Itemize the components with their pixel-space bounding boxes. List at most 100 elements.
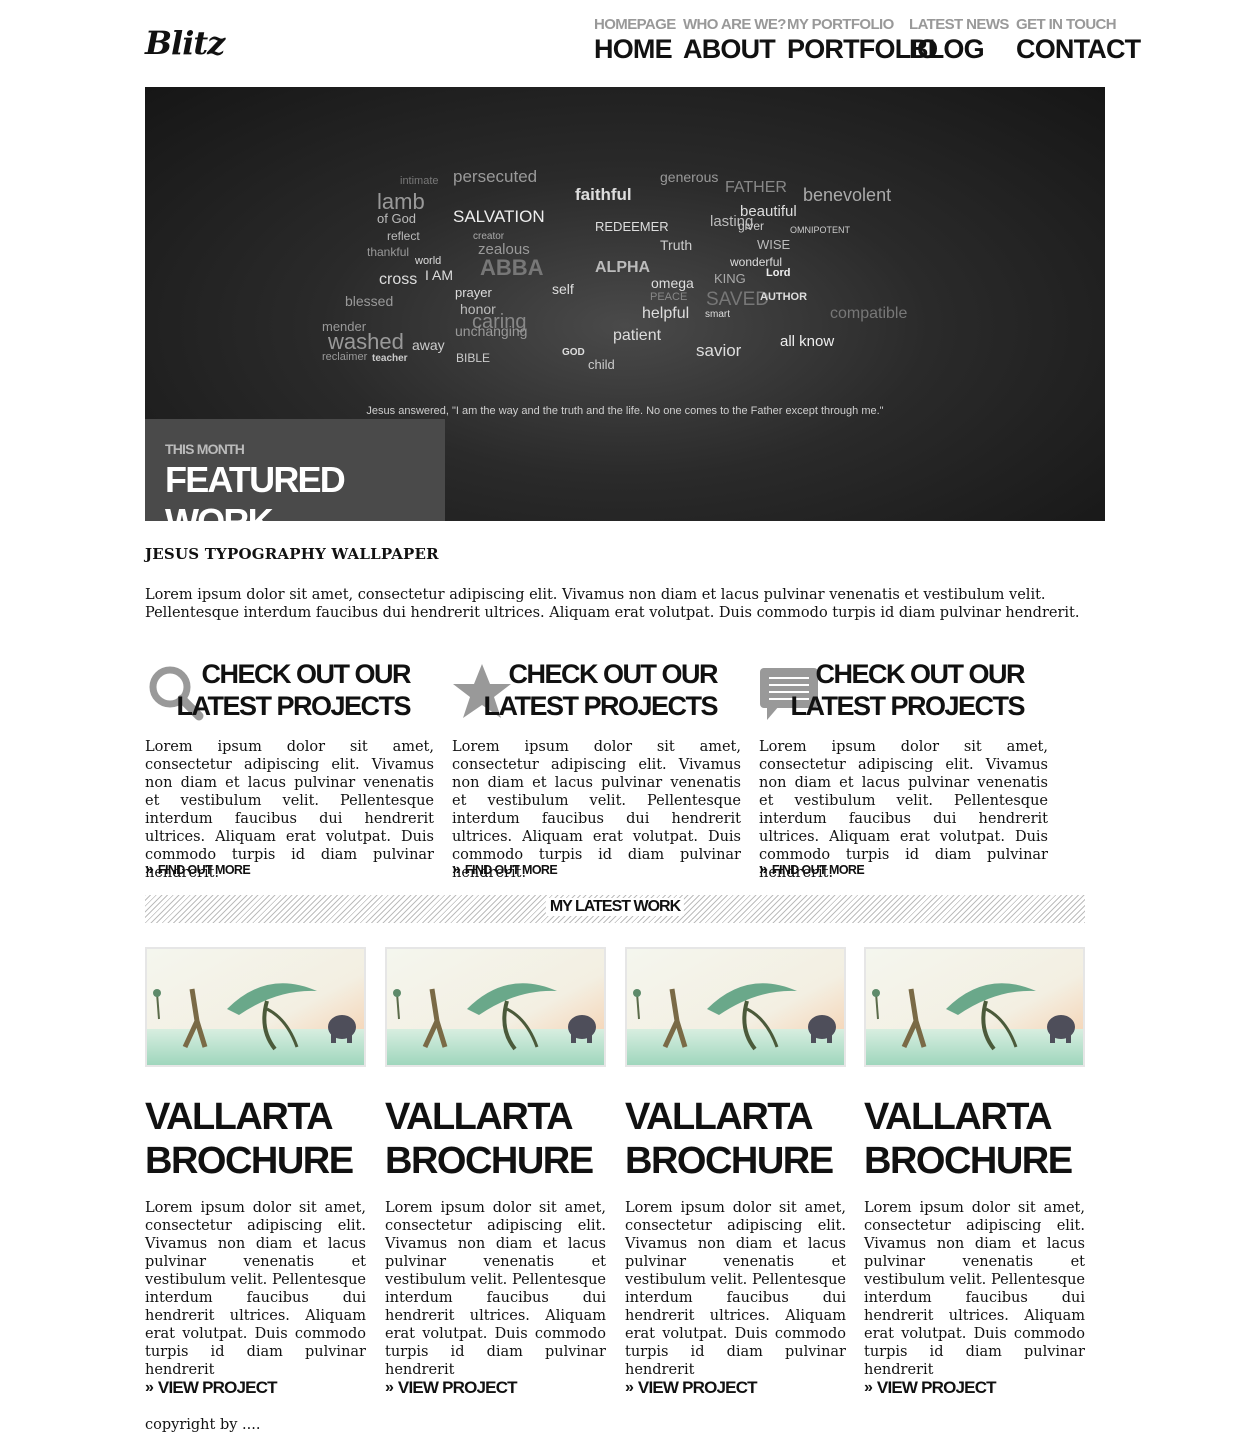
nav-subtitle: WHO ARE WE?: [683, 16, 786, 33]
project-title-line: BROCHURE: [625, 1140, 834, 1182]
hero-word: blessed: [345, 293, 394, 309]
project-title-line: VALLARTA: [385, 1096, 574, 1138]
find-out-more-link[interactable]: » FIND OUT MORE: [145, 861, 251, 879]
project-title-line: VALLARTA: [145, 1096, 334, 1138]
double-chevron-icon: »: [145, 1379, 154, 1396]
nav-item-home[interactable]: HOMEPAGE HOME: [594, 16, 676, 65]
hero-word: GOD: [562, 347, 585, 358]
double-chevron-icon: »: [759, 861, 768, 878]
hero-word: teacher: [372, 353, 408, 364]
hero-word: patient: [613, 327, 662, 344]
feature-title-line: LATEST PROJECTS: [790, 691, 1025, 721]
feature-title-line: LATEST PROJECTS: [483, 691, 718, 721]
feature-title: CHECK OUT OUR LATEST PROJECTS: [483, 658, 719, 722]
link-label: VIEW PROJECT: [397, 1378, 518, 1397]
feature-title-line: CHECK OUT OUR: [508, 659, 719, 689]
hero-word: compatible: [830, 305, 908, 322]
find-out-more-link[interactable]: » FIND OUT MORE: [759, 861, 865, 879]
hero-word: PEACE: [650, 291, 688, 303]
hero-word: faithful: [575, 185, 632, 204]
project-title[interactable]: VALLARTA BROCHURE: [145, 1095, 375, 1183]
hero-word: cross: [379, 271, 418, 288]
hero-word: benevolent: [803, 185, 892, 205]
project-thumbnail[interactable]: [385, 947, 606, 1067]
hero-word: I AM: [425, 267, 454, 283]
nav-label: CONTACT: [1016, 34, 1141, 64]
hero-word: KING: [714, 271, 746, 286]
view-project-link[interactable]: » VIEW PROJECT: [145, 1378, 278, 1398]
view-project-link[interactable]: » VIEW PROJECT: [625, 1378, 758, 1398]
hero-word: thankful: [367, 245, 410, 259]
project-thumbnail[interactable]: [625, 947, 846, 1067]
hero-word: of God: [377, 211, 417, 226]
hero-word: child: [588, 357, 615, 372]
nav-item-blog[interactable]: LATEST NEWS BLOG: [909, 16, 1009, 65]
project-title[interactable]: VALLARTA BROCHURE: [625, 1095, 855, 1183]
hero-word: Lord: [766, 267, 791, 279]
hero-word: world: [415, 255, 442, 267]
nav-subtitle: GET IN TOUCH: [1016, 16, 1117, 33]
hero-word: REDEEMER: [595, 219, 669, 234]
hero-word: ABBA: [480, 255, 544, 280]
hero-word: Truth: [660, 237, 693, 253]
link-label: VIEW PROJECT: [157, 1378, 278, 1397]
double-chevron-icon: »: [452, 861, 461, 878]
work-card: VALLARTA BROCHURE Lorem ipsum dolor sit …: [625, 947, 846, 1397]
nav-label: BLOG: [909, 34, 985, 64]
work-card: VALLARTA BROCHURE Lorem ipsum dolor sit …: [864, 947, 1085, 1397]
feature-title: CHECK OUT OUR LATEST PROJECTS: [790, 658, 1026, 722]
hero-word: generous: [660, 169, 719, 185]
typography-artwork: intimate persecuted generous FATHER bene…: [320, 167, 910, 375]
intro-text: Lorem ipsum dolor sit amet, consectetur …: [145, 587, 1080, 621]
project-title-line: BROCHURE: [145, 1140, 354, 1182]
view-project-link[interactable]: » VIEW PROJECT: [864, 1378, 997, 1398]
hero-word: FATHER: [725, 179, 787, 196]
latest-work-heading: MY LATEST WORK: [545, 898, 685, 916]
copyright-text: copyright by ....: [145, 1417, 261, 1433]
project-description: Lorem ipsum dolor sit amet, consectetur …: [864, 1200, 1085, 1378]
landscape-illustration: [387, 949, 604, 1065]
featured-title: FEATURED WORK: [165, 459, 346, 521]
nav-item-about[interactable]: WHO ARE WE? ABOUT: [683, 16, 786, 65]
project-title[interactable]: VALLARTA BROCHURE: [385, 1095, 615, 1183]
feature-title-line: CHECK OUT OUR: [815, 659, 1026, 689]
double-chevron-icon: »: [145, 861, 154, 878]
link-label: VIEW PROJECT: [876, 1378, 997, 1397]
landscape-illustration: [147, 949, 364, 1065]
feature-title-line: LATEST PROJECTS: [176, 691, 411, 721]
logo[interactable]: Blitz: [145, 24, 225, 62]
section-divider: MY LATEST WORK: [145, 895, 1085, 923]
hero-word: BIBLE: [456, 351, 491, 365]
double-chevron-icon: »: [385, 1379, 394, 1396]
project-description: Lorem ipsum dolor sit amet, consectetur …: [385, 1200, 606, 1378]
hero-word: away: [412, 337, 445, 353]
hero-quote: Jesus answered, "I am the way and the tr…: [366, 405, 884, 417]
view-project-link[interactable]: » VIEW PROJECT: [385, 1378, 518, 1398]
nav-item-contact[interactable]: GET IN TOUCH CONTACT: [1016, 16, 1141, 65]
feature-title: CHECK OUT OUR LATEST PROJECTS: [176, 658, 411, 722]
hero-word: reflect: [387, 229, 420, 243]
work-card: VALLARTA BROCHURE Lorem ipsum dolor sit …: [145, 947, 366, 1397]
hero-banner[interactable]: intimate persecuted generous FATHER bene…: [145, 87, 1105, 521]
nav-subtitle: LATEST NEWS: [909, 16, 1009, 33]
project-thumbnail[interactable]: [864, 947, 1085, 1067]
find-out-more-link[interactable]: » FIND OUT MORE: [452, 861, 558, 879]
project-title[interactable]: VALLARTA BROCHURE: [864, 1095, 1094, 1183]
hero-word: savior: [696, 341, 742, 360]
hero-word: SALVATION: [453, 207, 545, 226]
project-thumbnail[interactable]: [145, 947, 366, 1067]
link-label: FIND OUT MORE: [771, 863, 865, 877]
hero-word: giver: [738, 219, 765, 233]
project-title-line: BROCHURE: [864, 1140, 1073, 1182]
nav-label: HOME: [594, 34, 673, 64]
hero-word: unchanging: [455, 323, 528, 339]
double-chevron-icon: »: [864, 1379, 873, 1396]
landscape-illustration: [866, 949, 1083, 1065]
hero-word: reclaimer: [322, 351, 368, 363]
featured-subtitle: THIS MONTH: [165, 441, 245, 457]
project-description: Lorem ipsum dolor sit amet, consectetur …: [145, 1200, 366, 1378]
project-title-line: VALLARTA: [625, 1096, 814, 1138]
link-label: FIND OUT MORE: [157, 863, 251, 877]
hero-word: self: [552, 281, 574, 297]
double-chevron-icon: »: [625, 1379, 634, 1396]
